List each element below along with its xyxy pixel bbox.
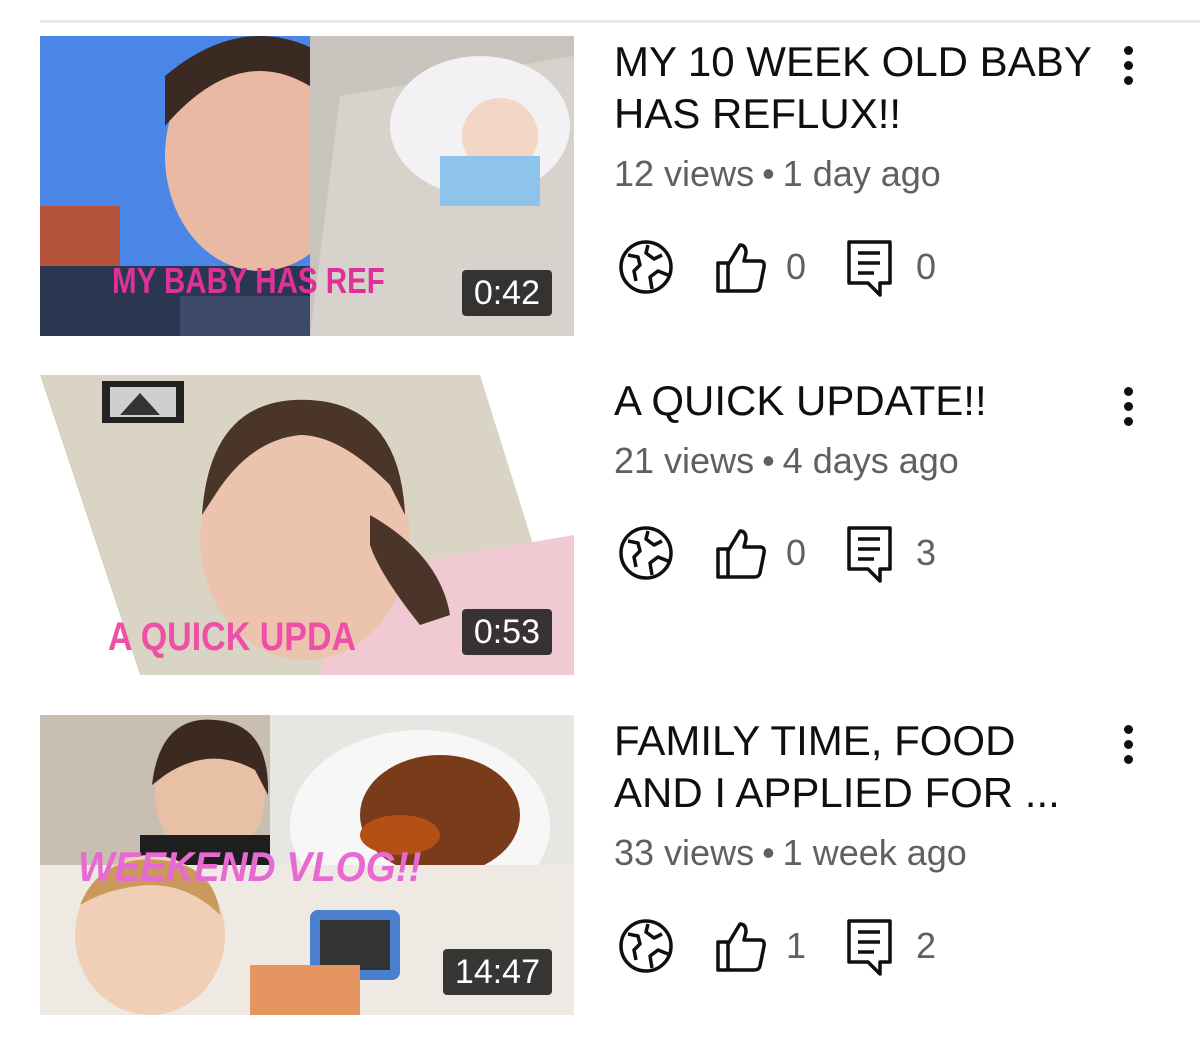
more-vert-icon-dot: [1124, 402, 1133, 411]
video-meta: 21 views • 4 days ago: [614, 437, 1094, 485]
video-info-3: FAMILY TIME, FOOD AND I APPLIED FOR ... …: [614, 715, 1094, 877]
globe-icon: [619, 526, 673, 580]
video-duration: 14:47: [442, 949, 552, 995]
more-vert-icon-dot: [1124, 61, 1133, 70]
top-divider: [40, 20, 1200, 23]
meta-separator: •: [762, 832, 775, 873]
more-vert-icon-dot: [1124, 46, 1133, 55]
like-count: 0: [786, 246, 807, 287]
more-vert-icon-dot: [1124, 725, 1133, 734]
upload-age: 1 week ago: [782, 832, 967, 873]
thumbnail-overlay-text: A QUICK UPDA: [108, 615, 357, 659]
video-thumbnail-2[interactable]: A QUICK UPDA 0:53: [40, 375, 574, 675]
video-info-1: MY 10 WEEK OLD BABY HAS REFLUX!! 12 view…: [614, 36, 1094, 198]
more-vert-icon-dot: [1124, 755, 1133, 764]
comment-icon[interactable]: [846, 918, 894, 976]
thumbs-up-icon[interactable]: [714, 239, 768, 295]
more-options-button[interactable]: [1112, 721, 1148, 771]
video-title[interactable]: MY 10 WEEK OLD BABY HAS REFLUX!!: [614, 36, 1094, 140]
video-duration: 0:53: [461, 609, 552, 655]
comment-count: 0: [916, 246, 937, 287]
meta-separator: •: [762, 153, 775, 194]
more-vert-icon-dot: [1124, 417, 1133, 426]
globe-icon: [619, 240, 673, 294]
globe-icon: [619, 919, 673, 973]
thumbnail-overlay-text: MY BABY HAS REF: [112, 260, 385, 301]
more-options-button[interactable]: [1112, 42, 1148, 92]
comment-icon[interactable]: [846, 239, 894, 297]
more-vert-icon-dot: [1124, 387, 1133, 396]
comment-icon[interactable]: [846, 525, 894, 583]
upload-age: 1 day ago: [782, 153, 941, 194]
like-count: 0: [786, 532, 807, 573]
view-count: 12 views: [614, 153, 755, 194]
more-vert-icon-dot: [1124, 76, 1133, 85]
video-meta: 33 views • 1 week ago: [614, 829, 1094, 877]
video-row-1[interactable]: MY BABY HAS REF 0:42 MY 10 WEEK OLD BABY…: [0, 36, 1200, 336]
video-info-2: A QUICK UPDATE!! 21 views • 4 days ago: [614, 375, 1094, 485]
view-count: 21 views: [614, 440, 755, 481]
video-thumbnail-3[interactable]: WEEKEND VLOG!! 14:47: [40, 715, 574, 1015]
video-stats: 0 0: [614, 239, 1014, 299]
thumbs-up-icon[interactable]: [714, 525, 768, 581]
video-stats: 0 3: [614, 525, 1014, 585]
meta-separator: •: [762, 440, 775, 481]
more-options-button[interactable]: [1112, 383, 1148, 433]
video-stats: 1 2: [614, 918, 1014, 978]
video-title[interactable]: A QUICK UPDATE!!: [614, 375, 1094, 427]
video-duration: 0:42: [461, 270, 552, 316]
view-count: 33 views: [614, 832, 755, 873]
video-meta: 12 views • 1 day ago: [614, 150, 1094, 198]
like-count: 1: [786, 925, 807, 966]
more-vert-icon-dot: [1124, 740, 1133, 749]
video-row-2[interactable]: A QUICK UPDA 0:53 A QUICK UPDATE!! 21 vi…: [0, 375, 1200, 675]
video-thumbnail-1[interactable]: MY BABY HAS REF 0:42: [40, 36, 574, 336]
comment-count: 3: [916, 532, 937, 573]
video-title[interactable]: FAMILY TIME, FOOD AND I APPLIED FOR ...: [614, 715, 1094, 819]
upload-age: 4 days ago: [782, 440, 959, 481]
video-row-3[interactable]: WEEKEND VLOG!! 14:47 FAMILY TIME, FOOD A…: [0, 715, 1200, 1015]
thumbnail-overlay-text: WEEKEND VLOG!!: [78, 843, 422, 890]
comment-count: 2: [916, 925, 937, 966]
thumbs-up-icon[interactable]: [714, 918, 768, 974]
